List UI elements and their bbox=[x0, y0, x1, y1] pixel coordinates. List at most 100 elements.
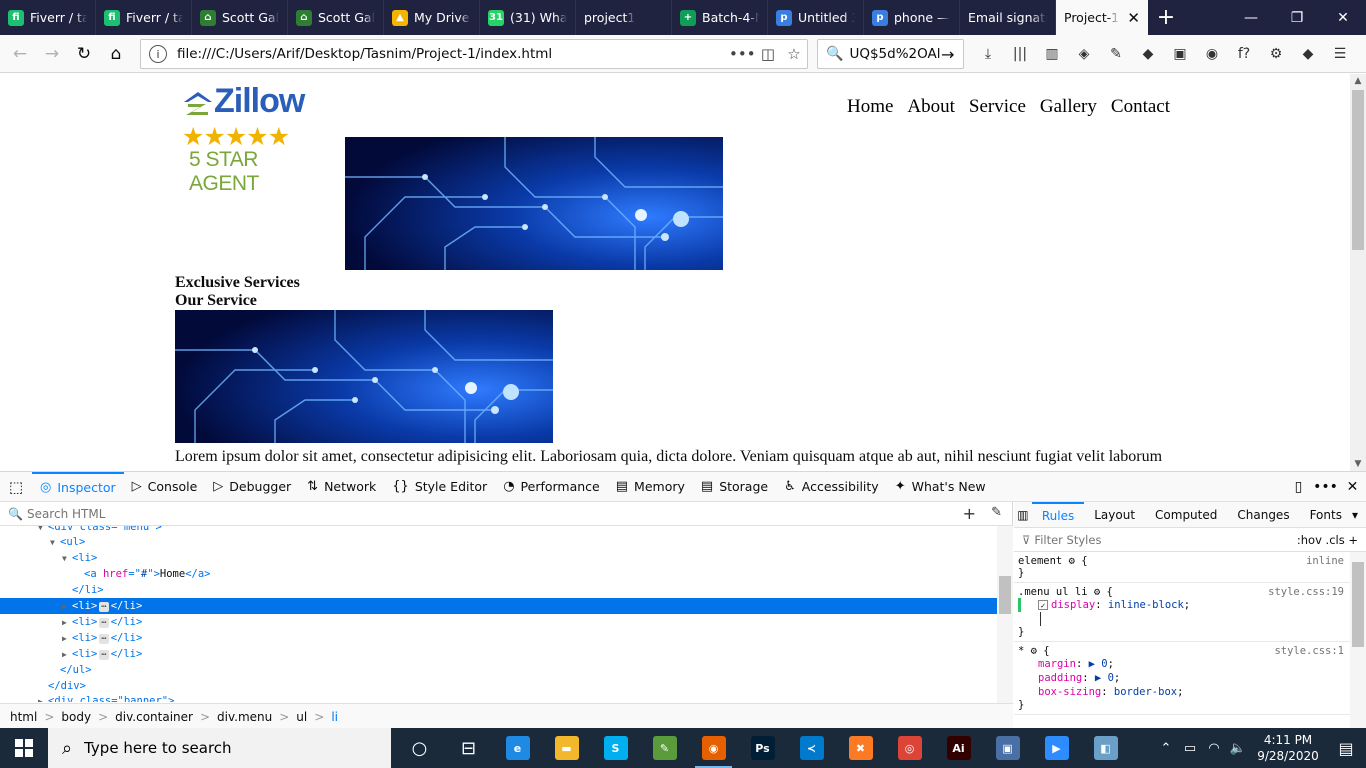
markup-node[interactable]: ▶ <li> ⋯ </li> bbox=[0, 630, 997, 646]
tool-icon[interactable]: ◧ bbox=[1081, 728, 1130, 768]
url-text[interactable]: file:///C:/Users/Arif/Desktop/Tasnim/Pro… bbox=[177, 46, 729, 62]
scroll-down-icon[interactable]: ▼ bbox=[1350, 459, 1366, 469]
sidebar-tab-layout[interactable]: Layout bbox=[1084, 502, 1145, 528]
nav-link-gallery[interactable]: Gallery bbox=[1040, 96, 1097, 118]
start-button[interactable] bbox=[0, 728, 48, 768]
devtools-tab-network[interactable]: ⇅ Network bbox=[299, 472, 384, 502]
nav-link-home[interactable]: Home bbox=[847, 96, 893, 118]
url-bar[interactable]: i file:///C:/Users/Arif/Desktop/Tasnim/P… bbox=[140, 39, 808, 69]
notification-icon[interactable]: ▤ bbox=[1326, 739, 1366, 758]
rule-selector[interactable]: element ⚙ { bbox=[1018, 555, 1346, 567]
toggle-pane-icon[interactable]: ▥ bbox=[1014, 508, 1032, 522]
expand-twisty-icon[interactable]: ▶ bbox=[62, 631, 72, 647]
devtools-close-icon[interactable]: ✕ bbox=[1339, 472, 1366, 502]
expand-twisty-icon[interactable]: ▶ bbox=[62, 647, 72, 663]
eraser-icon[interactable]: ◆ bbox=[1132, 39, 1164, 69]
devtools-tab-what-s-new[interactable]: ✦ What's New bbox=[887, 472, 994, 502]
sidebar-tab-fonts[interactable]: Fonts bbox=[1300, 502, 1352, 528]
markup-node[interactable]: </li> bbox=[0, 582, 997, 598]
breadcrumb-item[interactable]: li bbox=[331, 710, 338, 724]
devtools-tab-style-editor[interactable]: {} Style Editor bbox=[384, 472, 495, 502]
page-actions-icon[interactable]: ••• bbox=[729, 45, 756, 63]
sidebar-tab-computed[interactable]: Computed bbox=[1145, 502, 1227, 528]
filter-styles-input[interactable] bbox=[1034, 532, 1195, 547]
devtools-tab-inspector[interactable]: ◎ Inspector bbox=[32, 471, 124, 502]
restore-button[interactable]: ❐ bbox=[1274, 0, 1320, 35]
illustrator-icon[interactable]: Ai bbox=[934, 728, 983, 768]
photoshop-icon[interactable]: Ps bbox=[738, 728, 787, 768]
minimize-button[interactable]: — bbox=[1228, 0, 1274, 35]
markup-node[interactable]: ▼ <li> bbox=[0, 550, 997, 566]
download-icon[interactable]: ⤓ bbox=[972, 39, 1004, 69]
home-button[interactable]: ⌂ bbox=[100, 39, 132, 69]
zoom-icon[interactable]: ▶ bbox=[1032, 728, 1081, 768]
rule-source-link[interactable]: style.css:1 bbox=[1274, 645, 1344, 657]
markup-node[interactable]: </div> bbox=[0, 678, 997, 694]
volume-icon[interactable]: 🔈 bbox=[1226, 741, 1250, 756]
rules-scrollbar-thumb[interactable] bbox=[1352, 562, 1364, 647]
forward-button[interactable]: → bbox=[36, 39, 68, 69]
breadcrumb-item[interactable]: div.menu bbox=[217, 710, 272, 724]
page-info-icon[interactable]: i bbox=[149, 45, 167, 63]
element-picker-icon[interactable]: ⬚ bbox=[0, 472, 32, 502]
fonts-icon[interactable]: f? bbox=[1228, 39, 1260, 69]
add-node-icon[interactable]: + bbox=[963, 504, 976, 523]
app-icon[interactable]: ▣ bbox=[983, 728, 1032, 768]
devtools-tab-debugger[interactable]: ▷ Debugger bbox=[205, 472, 299, 502]
markup-node[interactable]: ▶ <li> ⋯ </li> bbox=[0, 598, 997, 614]
search-input[interactable]: UQ$5d%2OAl bbox=[849, 46, 941, 62]
nav-link-service[interactable]: Service bbox=[969, 96, 1026, 118]
expand-twisty-icon[interactable]: ▼ bbox=[38, 526, 48, 532]
devtools-tab-console[interactable]: ▷ Console bbox=[124, 472, 206, 502]
clock[interactable]: 4:11 PM 9/28/2020 bbox=[1250, 732, 1326, 764]
window-close-button[interactable]: ✕ bbox=[1320, 0, 1366, 35]
nav-link-contact[interactable]: Contact bbox=[1111, 96, 1170, 118]
devtools-tab-memory[interactable]: ▤ Memory bbox=[608, 472, 693, 502]
back-button[interactable]: ← bbox=[4, 39, 36, 69]
library-icon[interactable]: ||| bbox=[1004, 39, 1036, 69]
file-explorer-icon[interactable]: ▬ bbox=[542, 728, 591, 768]
search-bar[interactable]: 🔍 UQ$5d%2OAl → bbox=[817, 39, 964, 69]
xampp-icon[interactable]: ✖ bbox=[836, 728, 885, 768]
browser-tab[interactable]: ⌂ Scott Gall bbox=[288, 0, 384, 35]
breadcrumb-item[interactable]: ul bbox=[296, 710, 307, 724]
markup-node[interactable]: ▶ <li> ⋯ </li> bbox=[0, 614, 997, 630]
devtools-tab-storage[interactable]: ▤ Storage bbox=[693, 472, 776, 502]
browser-tab[interactable]: fi Fiverr / ta bbox=[0, 0, 96, 35]
expand-twisty-icon[interactable]: ▼ bbox=[50, 535, 60, 551]
css-declaration[interactable]: margin: ▶ 0; bbox=[1018, 657, 1346, 671]
browser-tab[interactable]: ⌂ Scott Gall bbox=[192, 0, 288, 35]
expand-twisty-icon[interactable]: ▶ bbox=[62, 615, 72, 631]
sidebar-tab-changes[interactable]: Changes bbox=[1227, 502, 1299, 528]
browser-tab[interactable]: p Untitled 3 bbox=[768, 0, 864, 35]
vscode-icon[interactable]: ≺ bbox=[787, 728, 836, 768]
breadcrumb-item[interactable]: div.container bbox=[115, 710, 193, 724]
declaration-checkbox[interactable]: ✓ bbox=[1038, 600, 1048, 610]
new-declaration-input[interactable] bbox=[1040, 612, 1048, 626]
sidebar-more-icon[interactable]: ▾ bbox=[1352, 508, 1358, 522]
new-tab-button[interactable]: + bbox=[1148, 0, 1184, 35]
markup-node[interactable]: ▼ <ul> bbox=[0, 534, 997, 550]
markup-node[interactable]: <a href="#">Home</a> bbox=[0, 566, 997, 582]
scroll-up-icon[interactable]: ▲ bbox=[1350, 76, 1366, 86]
new-extension-icon[interactable]: ▣ bbox=[1164, 39, 1196, 69]
reload-button[interactable]: ↻ bbox=[68, 39, 100, 69]
markup-node[interactable]: ▶ <li> ⋯ </li> bbox=[0, 646, 997, 662]
taskbar-search[interactable]: ⌕ Type here to search bbox=[48, 728, 391, 768]
page-scrollbar-thumb[interactable] bbox=[1352, 90, 1364, 250]
breadcrumb-item[interactable]: body bbox=[61, 710, 91, 724]
tab-close-icon[interactable]: ✕ bbox=[1127, 9, 1140, 27]
expand-twisty-icon[interactable]: ▶ bbox=[62, 599, 72, 615]
markup-scrollbar[interactable] bbox=[997, 526, 1013, 703]
breadcrumb-item[interactable]: html bbox=[10, 710, 37, 724]
nav-link-about[interactable]: About bbox=[907, 96, 955, 118]
devtools-tab-performance[interactable]: ◔ Performance bbox=[495, 472, 608, 502]
wifi-icon[interactable]: ◠ bbox=[1202, 741, 1226, 756]
search-go-icon[interactable]: → bbox=[941, 45, 963, 64]
bookmark-star-icon[interactable]: ☆ bbox=[781, 45, 807, 63]
pocket-icon[interactable]: ◫ bbox=[755, 45, 781, 63]
collapsed-ellipsis[interactable]: ⋯ bbox=[99, 602, 109, 612]
menu-icon[interactable]: ☰ bbox=[1324, 39, 1356, 69]
browser-tab[interactable]: ▲ My Drive - bbox=[384, 0, 480, 35]
search-html-input[interactable] bbox=[26, 506, 327, 521]
